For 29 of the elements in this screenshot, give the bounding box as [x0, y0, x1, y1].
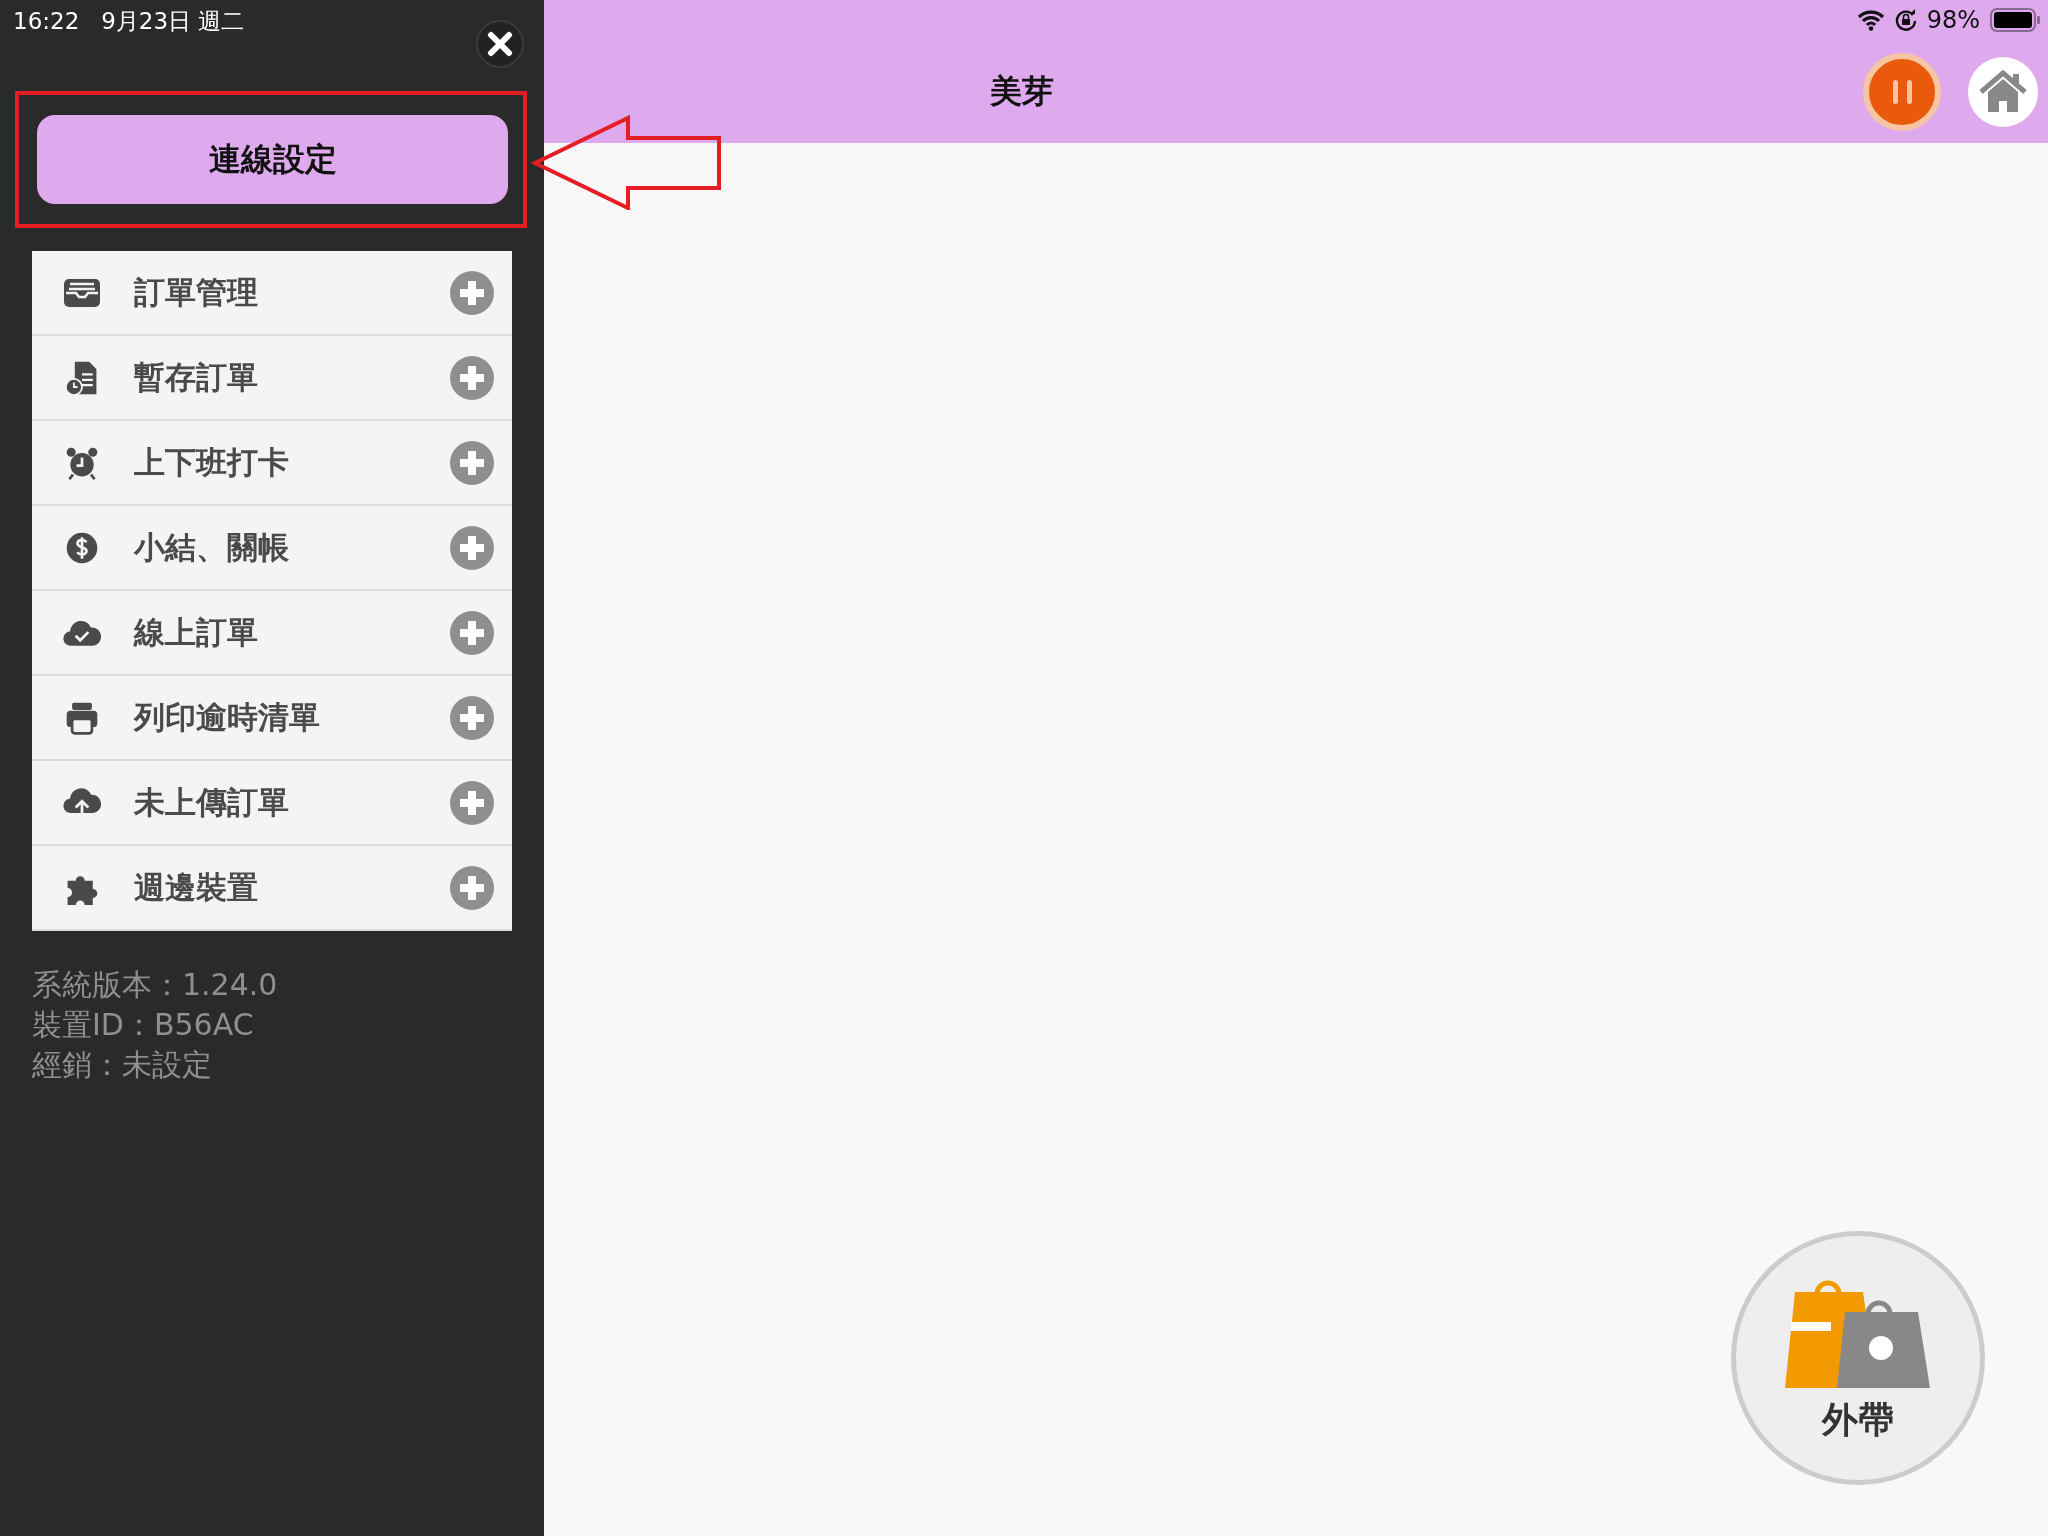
page-title: 美芽: [990, 70, 1055, 112]
plus-icon[interactable]: [450, 780, 494, 825]
menu-item[interactable]: 上下班打卡: [32, 421, 512, 506]
info-text: 裝置ID：B56AC: [32, 1006, 255, 1044]
menu-item[interactable]: 訂單管理: [32, 251, 512, 336]
plus-icon[interactable]: [450, 610, 494, 655]
menu-item[interactable]: 未上傳訂單: [32, 761, 512, 846]
menu-item[interactable]: 列印逾時清單: [32, 676, 512, 761]
connection-settings-button[interactable]: 連線設定: [37, 115, 508, 204]
menu-item[interactable]: 小結、關帳: [32, 506, 512, 591]
wifi-icon: [1856, 9, 1885, 31]
info-text: 經銷：未設定: [32, 1046, 213, 1084]
rotation-lock-icon: [1894, 9, 1917, 31]
battery-percent: 98%: [1926, 6, 1980, 34]
menu-item[interactable]: 暫存訂單: [32, 336, 512, 421]
battery-icon: [1990, 8, 2040, 32]
status-time-date: 16:22 9月23日 週二: [13, 7, 245, 36]
plus-icon[interactable]: [450, 695, 494, 740]
info-text: 系統版本：1.24.0: [32, 966, 279, 1004]
plus-icon[interactable]: [450, 865, 494, 910]
plus-icon[interactable]: [450, 525, 494, 570]
plus-icon[interactable]: [450, 440, 494, 485]
plus-icon[interactable]: [450, 270, 494, 315]
close-button[interactable]: [476, 20, 524, 68]
menu-item[interactable]: 線上訂單: [32, 591, 512, 676]
plus-icon[interactable]: [450, 355, 494, 400]
takeaway-button[interactable]: 外帶: [1731, 1231, 1985, 1485]
close-icon: [487, 31, 513, 57]
menu-item[interactable]: 週邊裝置: [32, 846, 512, 931]
